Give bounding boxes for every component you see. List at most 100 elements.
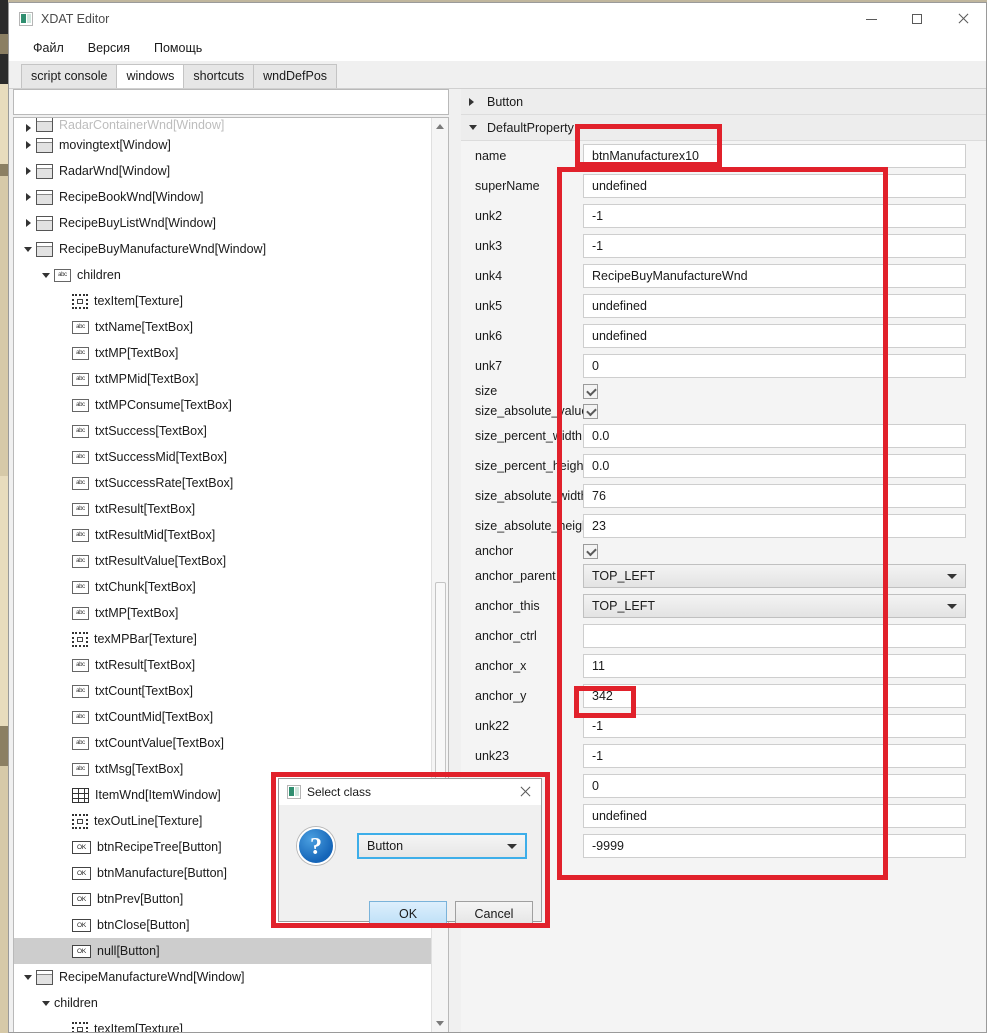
property-dropdown[interactable]: TOP_LEFT	[583, 594, 966, 618]
property-checkbox[interactable]	[583, 383, 598, 399]
tree-item-label: txtSuccessRate[TextBox]	[95, 476, 234, 490]
tree-item[interactable]: RadarWnd[Window]	[14, 158, 431, 184]
scroll-up-icon[interactable]	[432, 118, 448, 135]
tree-item[interactable]: children	[14, 990, 431, 1016]
tree-item[interactable]: abc txtCountValue[TextBox]	[14, 730, 431, 756]
property-label: size_absolute_width	[475, 489, 588, 503]
tab-windows[interactable]: windows	[116, 64, 185, 88]
property-value: 23	[592, 519, 606, 533]
expand-arrow-icon[interactable]	[20, 124, 36, 132]
tree-item[interactable]: abc txtMP[TextBox]	[14, 340, 431, 366]
tree-item[interactable]: abc txtChunk[TextBox]	[14, 574, 431, 600]
property-label: superName	[475, 179, 540, 193]
class-select-dropdown[interactable]: Button	[357, 833, 527, 859]
property-row: anchor	[461, 541, 986, 561]
tree-item[interactable]: abc txtCountMid[TextBox]	[14, 704, 431, 730]
collapse-arrow-icon[interactable]	[20, 246, 36, 252]
property-checkbox[interactable]	[583, 403, 598, 419]
tree-item[interactable]: abc txtCount[TextBox]	[14, 678, 431, 704]
tree-item[interactable]: RecipeBuyListWnd[Window]	[14, 210, 431, 236]
property-value-input[interactable]: -9999	[583, 834, 966, 858]
tree-item[interactable]: abc txtSuccessRate[TextBox]	[14, 470, 431, 496]
tree-item[interactable]: movingtext[Window]	[14, 132, 431, 158]
tree-item[interactable]: texMPBar[Texture]	[14, 626, 431, 652]
tree-item[interactable]: abc txtResultMid[TextBox]	[14, 522, 431, 548]
property-group-defaultproperty[interactable]: DefaultProperty	[461, 115, 986, 141]
property-value-input[interactable]: undefined	[583, 174, 966, 198]
tree-item[interactable]: abc txtSuccess[TextBox]	[14, 418, 431, 444]
property-value-input[interactable]: 0.0	[583, 424, 966, 448]
texture-icon	[72, 1021, 88, 1032]
tree-item[interactable]: RecipeManufactureWnd[Window]	[14, 964, 431, 990]
expand-arrow-icon[interactable]	[20, 167, 36, 175]
property-value-input[interactable]: RecipeBuyManufactureWnd	[583, 264, 966, 288]
property-value-input[interactable]: 11	[583, 654, 966, 678]
tree-item[interactable]: RadarContainerWnd[Window]	[14, 118, 431, 132]
property-value-input[interactable]: 76	[583, 484, 966, 508]
maximize-button[interactable]	[894, 3, 940, 35]
property-group-button[interactable]: Button	[461, 89, 986, 115]
property-value-input[interactable]: 0	[583, 774, 966, 798]
scroll-down-icon[interactable]	[432, 1015, 448, 1032]
property-value-input[interactable]: undefined	[583, 294, 966, 318]
tree-item[interactable]: abc txtMPConsume[TextBox]	[14, 392, 431, 418]
property-value: -1	[592, 209, 604, 223]
property-value-input[interactable]: 342	[583, 684, 966, 708]
tree-scrollbar-thumb[interactable]	[435, 582, 446, 782]
expand-arrow-icon[interactable]	[20, 219, 36, 227]
property-value-input[interactable]: -1	[583, 204, 966, 228]
property-dropdown[interactable]: TOP_LEFT	[583, 564, 966, 588]
property-value-input[interactable]: btnManufacturex10	[583, 144, 966, 168]
ok-button-icon: OK	[72, 918, 91, 932]
menu-item-help[interactable]: Помощь	[142, 38, 214, 58]
minimize-button[interactable]	[848, 3, 894, 35]
property-value-input[interactable]: 23	[583, 514, 966, 538]
tree-item[interactable]: abc children	[14, 262, 431, 288]
property-value-input[interactable]: -1	[583, 234, 966, 258]
tree-item[interactable]: abc txtName[TextBox]	[14, 314, 431, 340]
property-label: anchor	[475, 544, 514, 558]
tab-shortcuts[interactable]: shortcuts	[183, 64, 255, 88]
menu-item-file[interactable]: Файл	[21, 38, 76, 58]
property-value-input[interactable]: undefined	[583, 324, 966, 348]
tree-item[interactable]: abc txtResult[TextBox]	[14, 496, 431, 522]
tree-item[interactable]: OK null[Button]	[14, 938, 431, 964]
property-value-input[interactable]: -1	[583, 714, 966, 738]
property-value-input[interactable]: -1	[583, 744, 966, 768]
property-value-input[interactable]: undefined	[583, 804, 966, 828]
collapse-arrow-icon[interactable]	[38, 272, 54, 278]
search-input[interactable]	[13, 89, 449, 115]
tree-item-label: RadarWnd[Window]	[59, 164, 171, 178]
background-strip-dark	[0, 0, 8, 34]
cancel-button[interactable]: Cancel	[455, 901, 533, 927]
collapse-arrow-icon[interactable]	[38, 1000, 54, 1006]
tree-item[interactable]: abc txtSuccessMid[TextBox]	[14, 444, 431, 470]
tree-item[interactable]: RecipeBookWnd[Window]	[14, 184, 431, 210]
tree-item[interactable]: abc txtMP[TextBox]	[14, 600, 431, 626]
menu-item-version[interactable]: Версия	[76, 38, 142, 58]
tree-item-label: RecipeBookWnd[Window]	[59, 190, 204, 204]
property-value: undefined	[592, 809, 647, 823]
tree-item-label: txtResultMid[TextBox]	[95, 528, 216, 542]
abc-icon: abc	[72, 346, 89, 360]
expand-arrow-icon[interactable]	[20, 141, 36, 149]
abc-icon: abc	[72, 502, 89, 516]
property-value-input[interactable]	[583, 624, 966, 648]
property-checkbox[interactable]	[583, 543, 598, 559]
tab-wnddefpos[interactable]: wndDefPos	[253, 64, 338, 88]
tree-item[interactable]: texItem[Texture]	[14, 1016, 431, 1032]
tab-script-console[interactable]: script console	[21, 64, 118, 88]
tree-item[interactable]: abc txtMPMid[TextBox]	[14, 366, 431, 392]
ok-button[interactable]: OK	[369, 901, 447, 927]
property-value-input[interactable]: 0	[583, 354, 966, 378]
tree-item[interactable]: abc txtResultValue[TextBox]	[14, 548, 431, 574]
property-value-input[interactable]: 0.0	[583, 454, 966, 478]
close-button[interactable]	[940, 3, 986, 35]
expand-arrow-icon[interactable]	[20, 193, 36, 201]
tree-item[interactable]: texItem[Texture]	[14, 288, 431, 314]
property-label: anchor_this	[475, 599, 540, 613]
tree-item[interactable]: abc txtResult[TextBox]	[14, 652, 431, 678]
collapse-arrow-icon[interactable]	[20, 974, 36, 980]
dialog-close-button[interactable]	[509, 779, 541, 805]
tree-item[interactable]: RecipeBuyManufactureWnd[Window]	[14, 236, 431, 262]
